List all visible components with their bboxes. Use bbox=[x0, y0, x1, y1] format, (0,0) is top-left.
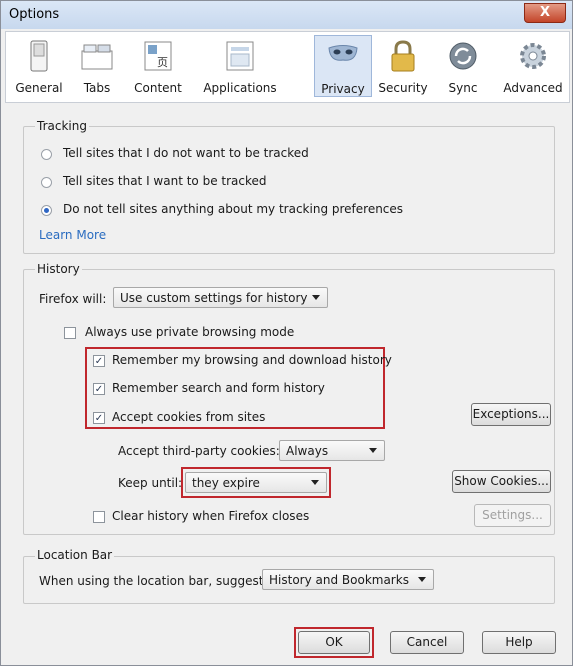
clear-history-checkbox[interactable] bbox=[93, 511, 105, 523]
remember-search-label[interactable]: Remember search and form history bbox=[112, 381, 325, 395]
tab-advanced-label: Advanced bbox=[503, 81, 563, 95]
close-button[interactable]: X bbox=[524, 3, 566, 23]
location-suggest-label: When using the location bar, suggest: bbox=[39, 574, 268, 588]
show-cookies-button[interactable]: Show Cookies... bbox=[452, 470, 551, 493]
tab-privacy[interactable]: Privacy bbox=[314, 35, 372, 97]
ok-button[interactable]: OK bbox=[298, 631, 370, 654]
tab-advanced[interactable]: Advanced bbox=[500, 35, 566, 97]
switch-icon bbox=[30, 40, 48, 72]
accept-cookies-checkbox[interactable]: ✓ bbox=[93, 412, 105, 424]
keep-until-value: they expire bbox=[192, 476, 260, 490]
accept-cookies-label[interactable]: Accept cookies from sites bbox=[112, 410, 265, 424]
tab-tabs-label: Tabs bbox=[83, 81, 111, 95]
location-suggest-value: History and Bookmarks bbox=[269, 573, 409, 587]
chevron-down-icon bbox=[369, 448, 377, 453]
tab-security-label: Security bbox=[378, 81, 428, 95]
svg-text:页: 页 bbox=[157, 56, 168, 69]
third-party-cookies-value: Always bbox=[286, 444, 329, 458]
options-window: Options X General Tabs 页 Content Applica… bbox=[0, 0, 573, 666]
tracking-label: Tracking bbox=[35, 119, 89, 133]
tab-general-label: General bbox=[15, 81, 63, 95]
private-mode-label[interactable]: Always use private browsing mode bbox=[85, 325, 294, 339]
option-do-not-track-label[interactable]: Tell sites that I do not want to be trac… bbox=[63, 146, 309, 160]
history-mode-select[interactable]: Use custom settings for history bbox=[113, 287, 328, 308]
remember-search-checkbox[interactable]: ✓ bbox=[93, 383, 105, 395]
remember-browsing-label[interactable]: Remember my browsing and download histor… bbox=[112, 353, 392, 367]
exceptions-button[interactable]: Exceptions... bbox=[471, 403, 551, 426]
window-title: Options bbox=[9, 7, 60, 22]
history-label: History bbox=[35, 262, 82, 276]
clear-history-label[interactable]: Clear history when Firefox closes bbox=[112, 509, 309, 523]
tab-sync[interactable]: Sync bbox=[438, 35, 488, 97]
learn-more-link[interactable]: Learn More bbox=[39, 228, 106, 242]
tab-content-label: Content bbox=[134, 81, 182, 95]
cancel-button[interactable]: Cancel bbox=[390, 631, 464, 654]
pane-toolbar: General Tabs 页 Content Applications Priv… bbox=[5, 31, 570, 103]
option-track-label[interactable]: Tell sites that I want to be tracked bbox=[63, 174, 267, 188]
tab-general[interactable]: General bbox=[10, 35, 68, 97]
chevron-down-icon bbox=[418, 577, 426, 582]
option-no-preference-label[interactable]: Do not tell sites anything about my trac… bbox=[63, 202, 403, 216]
settings-button[interactable]: Settings... bbox=[474, 504, 551, 527]
third-party-cookies-select[interactable]: Always bbox=[279, 440, 385, 461]
mask-icon bbox=[328, 45, 358, 61]
chevron-down-icon bbox=[311, 480, 319, 485]
close-icon: X bbox=[539, 5, 551, 20]
radio-do-not-track[interactable] bbox=[41, 149, 52, 160]
tab-content[interactable]: 页 Content bbox=[126, 35, 190, 97]
tabs-icon bbox=[81, 44, 113, 70]
private-mode-checkbox[interactable] bbox=[64, 327, 76, 339]
tab-applications-label: Applications bbox=[203, 81, 277, 95]
location-suggest-select[interactable]: History and Bookmarks bbox=[262, 569, 434, 590]
tab-applications[interactable]: Applications bbox=[194, 35, 286, 97]
radio-no-preference[interactable] bbox=[41, 205, 52, 216]
sync-icon bbox=[449, 42, 477, 70]
keep-until-label: Keep until: bbox=[118, 476, 183, 490]
title-bar: Options X bbox=[1, 1, 572, 29]
tab-security[interactable]: Security bbox=[372, 35, 434, 97]
tab-sync-label: Sync bbox=[448, 81, 478, 95]
help-button[interactable]: Help bbox=[482, 631, 556, 654]
location-bar-label: Location Bar bbox=[35, 548, 115, 562]
tab-privacy-label: Privacy bbox=[321, 82, 365, 96]
applications-icon bbox=[226, 41, 254, 71]
firefox-will-label: Firefox will: bbox=[39, 292, 107, 306]
remember-browsing-checkbox[interactable]: ✓ bbox=[93, 355, 105, 367]
third-party-cookies-label: Accept third-party cookies: bbox=[118, 444, 280, 458]
padlock-icon bbox=[391, 40, 415, 72]
chevron-down-icon bbox=[312, 295, 320, 300]
radio-track[interactable] bbox=[41, 177, 52, 188]
gear-icon bbox=[520, 43, 546, 69]
content-icon: 页 bbox=[144, 41, 172, 71]
history-mode-value: Use custom settings for history bbox=[120, 291, 308, 305]
tab-tabs[interactable]: Tabs bbox=[72, 35, 122, 97]
keep-until-select[interactable]: they expire bbox=[185, 472, 327, 493]
